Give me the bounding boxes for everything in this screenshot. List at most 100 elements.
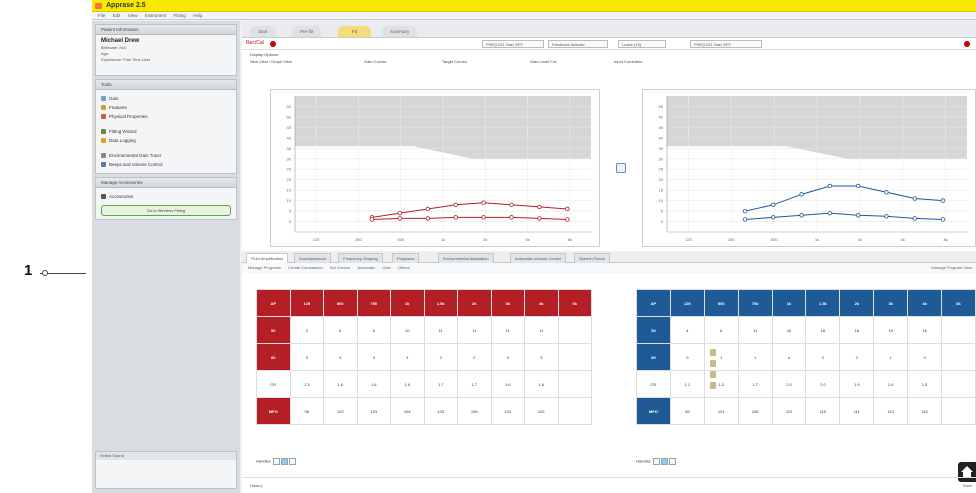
tool-data-logging[interactable]: Data Logging (101, 136, 231, 145)
gain-cell[interactable]: 8 (356, 316, 391, 344)
gain-cell[interactable]: 110 (805, 397, 841, 425)
gain-cell[interactable]: 1.7 (737, 370, 773, 398)
header-cell[interactable]: 6k (941, 289, 976, 317)
manage-program-view[interactable]: Manage Program View (931, 263, 972, 273)
handle-option-3[interactable] (288, 458, 296, 465)
gain-cell[interactable]: 1.6 (356, 370, 391, 398)
gain-cell[interactable]: 103 (423, 397, 458, 425)
display-options-label[interactable]: Display Options (250, 52, 278, 57)
gain-cell[interactable]: 95 (669, 397, 705, 425)
view-options[interactable]: New View / Graph View (250, 59, 292, 64)
gain-cell[interactable]: 96 (289, 397, 324, 425)
select-sound-label[interactable]: Select Sound (96, 452, 236, 460)
tab-fluid-amplification[interactable]: Fluid Amplification (246, 253, 289, 263)
gain-cell[interactable]: 3 (289, 316, 324, 344)
header-cell[interactable]: 750 (356, 289, 391, 317)
row-label[interactable]: 80 (256, 343, 291, 371)
gain-cell[interactable]: 3 (289, 343, 324, 371)
gain-cell[interactable]: 1.6 (323, 370, 358, 398)
gain-cell[interactable]: 2 (457, 343, 492, 371)
menu-file[interactable]: File (98, 12, 105, 20)
gain-cell[interactable]: 6 (323, 316, 358, 344)
gain-cell[interactable]: 4 (669, 316, 705, 344)
gain-cell[interactable]: 3 (390, 343, 425, 371)
gain-cell[interactable]: 0 (669, 343, 705, 371)
tab-environmental-adaptation[interactable]: Environmental Adaptation (438, 253, 494, 263)
wireless-fitting-button[interactable]: Go to Wireless Fitting (101, 205, 231, 216)
gain-cell[interactable]: 16 (907, 316, 943, 344)
patient-section-header[interactable]: Patient Information (96, 25, 236, 35)
gain-cell[interactable]: 103 (356, 397, 391, 425)
gain-cell[interactable]: 1 (703, 343, 739, 371)
toolbar-field-4[interactable]: FREQ DO Gain OFF (690, 40, 762, 48)
gain-cell[interactable]: 1.1 (669, 370, 705, 398)
handle-option-3[interactable] (668, 458, 676, 465)
link-create-comparison[interactable]: Create Comparison (288, 265, 323, 270)
tab-soundpressure[interactable]: Soundpressure (294, 253, 332, 263)
header-cell[interactable]: 500 (703, 289, 739, 317)
gain-cell[interactable]: 4 (771, 343, 807, 371)
gain-cell[interactable]: 2.0 (805, 370, 841, 398)
handle-option-1[interactable] (272, 458, 280, 465)
row-label[interactable]: CR (636, 370, 671, 398)
header-cell[interactable]: 750 (737, 289, 773, 317)
tab-summary[interactable]: Summary (382, 26, 418, 37)
header-cell[interactable]: 125 (289, 289, 324, 317)
row-label[interactable]: MPO (636, 397, 671, 425)
input-correction-label[interactable]: Input Correction (614, 59, 642, 64)
header-cell[interactable]: 3k (873, 289, 909, 317)
link-set-volume[interactable]: Set Volume (330, 265, 350, 270)
tool-beeps-volume[interactable]: Beeps and Volume Control (101, 160, 231, 169)
header-cell[interactable]: 1.5k (423, 289, 458, 317)
tab-speech-focus[interactable]: Speech Focus (574, 253, 610, 263)
tool-gain[interactable]: Gain (101, 94, 231, 103)
header-cell[interactable]: 500 (323, 289, 358, 317)
gain-cell[interactable]: 110 (771, 397, 807, 425)
gain-cell[interactable]: 1.6 (390, 370, 425, 398)
gain-cell[interactable]: 3 (490, 343, 525, 371)
tab-prefit[interactable]: Pre-fitt (292, 26, 322, 37)
row-label[interactable]: 50 (636, 316, 671, 344)
tools-section-header[interactable]: Tools (96, 80, 236, 90)
accessories-section-header[interactable]: Manage Accessories (96, 178, 236, 188)
gain-cell[interactable]: 106 (457, 397, 492, 425)
gain-cell[interactable]: 102 (524, 397, 559, 425)
gain-cell[interactable]: 1 (737, 343, 773, 371)
gain-cell[interactable]: 3 (356, 343, 391, 371)
menu-view[interactable]: View (128, 12, 138, 20)
gain-cell[interactable]: 1.6 (873, 370, 909, 398)
save-button[interactable]: Save (963, 483, 972, 488)
gain-cell[interactable]: 1.7 (457, 370, 492, 398)
menu-instrument[interactable]: Instrument (145, 12, 166, 20)
gain-cell[interactable]: 110 (873, 397, 909, 425)
gain-cell[interactable]: 11 (423, 316, 458, 344)
gain-cell[interactable]: 2 (805, 343, 841, 371)
header-cell[interactable]: 2k (457, 289, 492, 317)
gain-cell[interactable]: 11 (457, 316, 492, 344)
gain-cell[interactable]: 1.7 (423, 370, 458, 398)
gain-cell[interactable]: 1.6 (490, 370, 525, 398)
gain-cell[interactable]: 106 (737, 397, 773, 425)
header-cell[interactable]: 3k (490, 289, 525, 317)
tab-start[interactable]: Start (250, 26, 276, 37)
header-cell[interactable]: 1k (390, 289, 425, 317)
gain-cell[interactable]: 102 (490, 397, 525, 425)
handle-option-2[interactable] (280, 458, 288, 465)
gain-level-label[interactable]: Gain Level For: (530, 59, 557, 64)
gain-cell[interactable]: 101 (703, 397, 739, 425)
gain-cell[interactable]: 111 (839, 397, 875, 425)
header-cell[interactable]: 125 (669, 289, 705, 317)
link-ears-icon[interactable] (616, 163, 626, 173)
row-label[interactable]: CR (256, 370, 291, 398)
header-cell[interactable]: 6k (557, 289, 592, 317)
menu-edit[interactable]: Edit (113, 12, 121, 20)
menu-fitting[interactable]: Fitting (174, 12, 186, 20)
gain-cell[interactable]: 1.3 (289, 370, 324, 398)
gain-cell[interactable]: 2.0 (771, 370, 807, 398)
gain-cell[interactable]: 1.3 (703, 370, 739, 398)
header-cell[interactable]: 4k (907, 289, 943, 317)
gain-cell[interactable]: 110 (907, 397, 943, 425)
handle-option-2[interactable] (660, 458, 668, 465)
link-automatic[interactable]: Automatic (357, 265, 375, 270)
tool-physical-properties[interactable]: Physical Properties (101, 112, 231, 121)
